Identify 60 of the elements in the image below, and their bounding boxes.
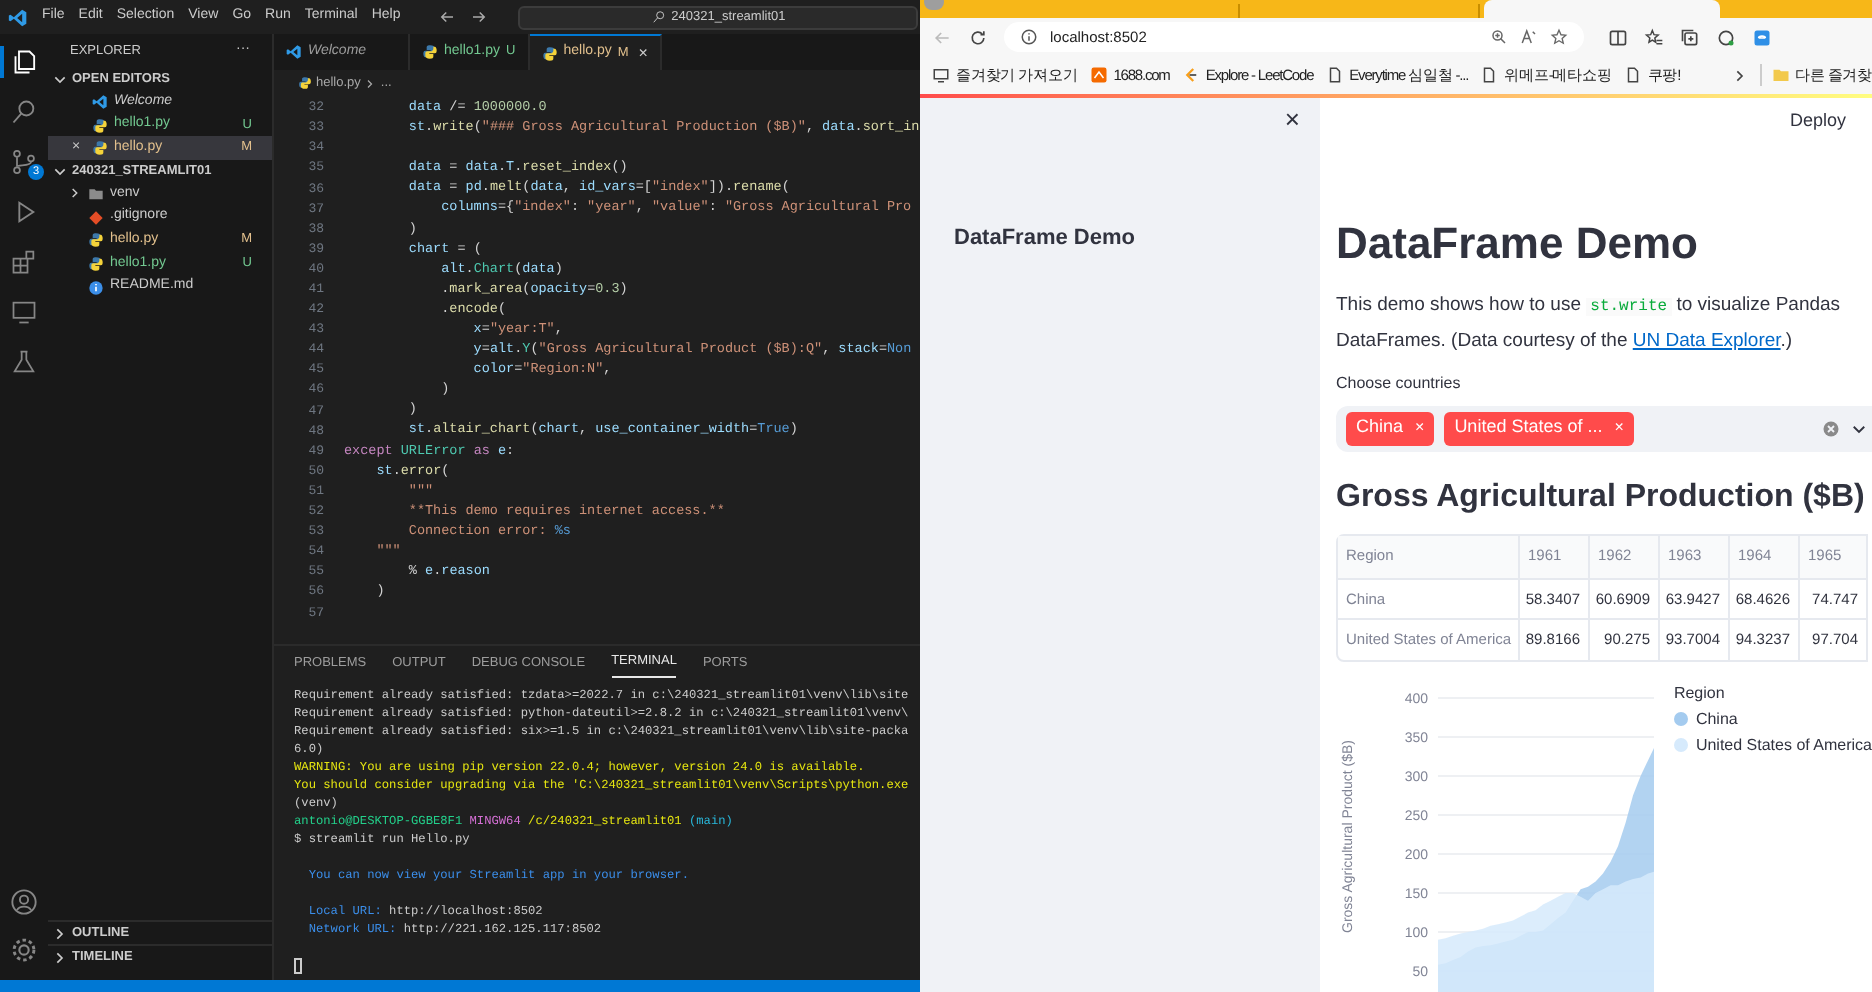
terminal-cursor [294,958,302,974]
vscode-logo-icon [286,44,302,60]
vscode-logo-icon [92,93,108,110]
intro-paragraph: This demo shows how to use st.write to visualize Pandas DataFrames. (Data courtesy of the UN Data Explorer.) [1336,291,1843,355]
chevron-down-icon [52,163,68,180]
legend-title: Region [1673,681,1727,705]
python-file-icon [298,76,312,90]
reload-icon[interactable] [968,27,988,47]
monitor-icon [10,298,38,326]
site-logo-icon [1089,66,1108,84]
chevron-right-icon [68,186,82,201]
info-file-icon [88,279,104,296]
chevron-right-icon [364,77,377,89]
star-icon[interactable] [1550,28,1568,46]
split-screen-icon[interactable] [1608,27,1628,47]
search-icon [10,98,38,126]
clear-icon[interactable] [1822,419,1840,437]
folder-icon [88,185,104,202]
collections-icon[interactable] [1680,27,1700,47]
python-file-icon [92,140,108,157]
close-tab-button[interactable]: × [638,41,648,65]
link[interactable]: UN Data Explorer [1632,329,1781,351]
git-file-icon [88,209,104,226]
back-arrow-icon[interactable] [438,8,457,26]
source-control-icon [10,148,38,176]
favorites-icon[interactable] [1644,27,1664,47]
zoom-in-icon[interactable] [1490,28,1508,46]
read-aloud-icon[interactable] [1520,28,1538,46]
flask-icon [10,348,38,376]
forward-arrow-icon[interactable] [470,8,489,26]
python-file-icon [88,255,104,272]
legend-label: United States of America [1695,733,1872,757]
close-sidebar-button[interactable]: × [1284,106,1300,134]
browser-logo-icon[interactable] [1752,27,1772,47]
info-icon [1020,28,1038,46]
vscode-logo-icon[interactable] [8,7,28,27]
section-heading: Gross Agricultural Production ($B) [1336,477,1867,517]
deploy-button[interactable]: Deploy [1789,108,1846,135]
monitor-icon [932,66,950,84]
settings-icon[interactable] [10,936,38,964]
folder-icon [1771,66,1790,84]
page-icon [1480,66,1499,84]
page-icon [1623,66,1642,84]
field-label: Choose countries [1336,371,1463,395]
account-icon[interactable] [10,888,38,916]
legend-label: China [1695,707,1738,731]
page-icon [1325,66,1344,84]
site-logo-icon [1181,66,1200,84]
chevron-down-icon [52,71,68,87]
python-file-icon [541,45,558,61]
page-title: DataFrame Demo [1336,217,1700,269]
extensions-icon [10,248,38,276]
python-file-icon [92,117,108,134]
chevron-right-icon[interactable] [1731,67,1748,83]
files-icon [12,48,40,76]
python-file-icon [88,232,104,249]
sidebar-nav-link[interactable]: DataFrame Demo [920,222,1320,255]
python-file-icon [422,44,438,60]
search-icon [651,10,666,24]
extension-icon[interactable] [1716,27,1736,47]
